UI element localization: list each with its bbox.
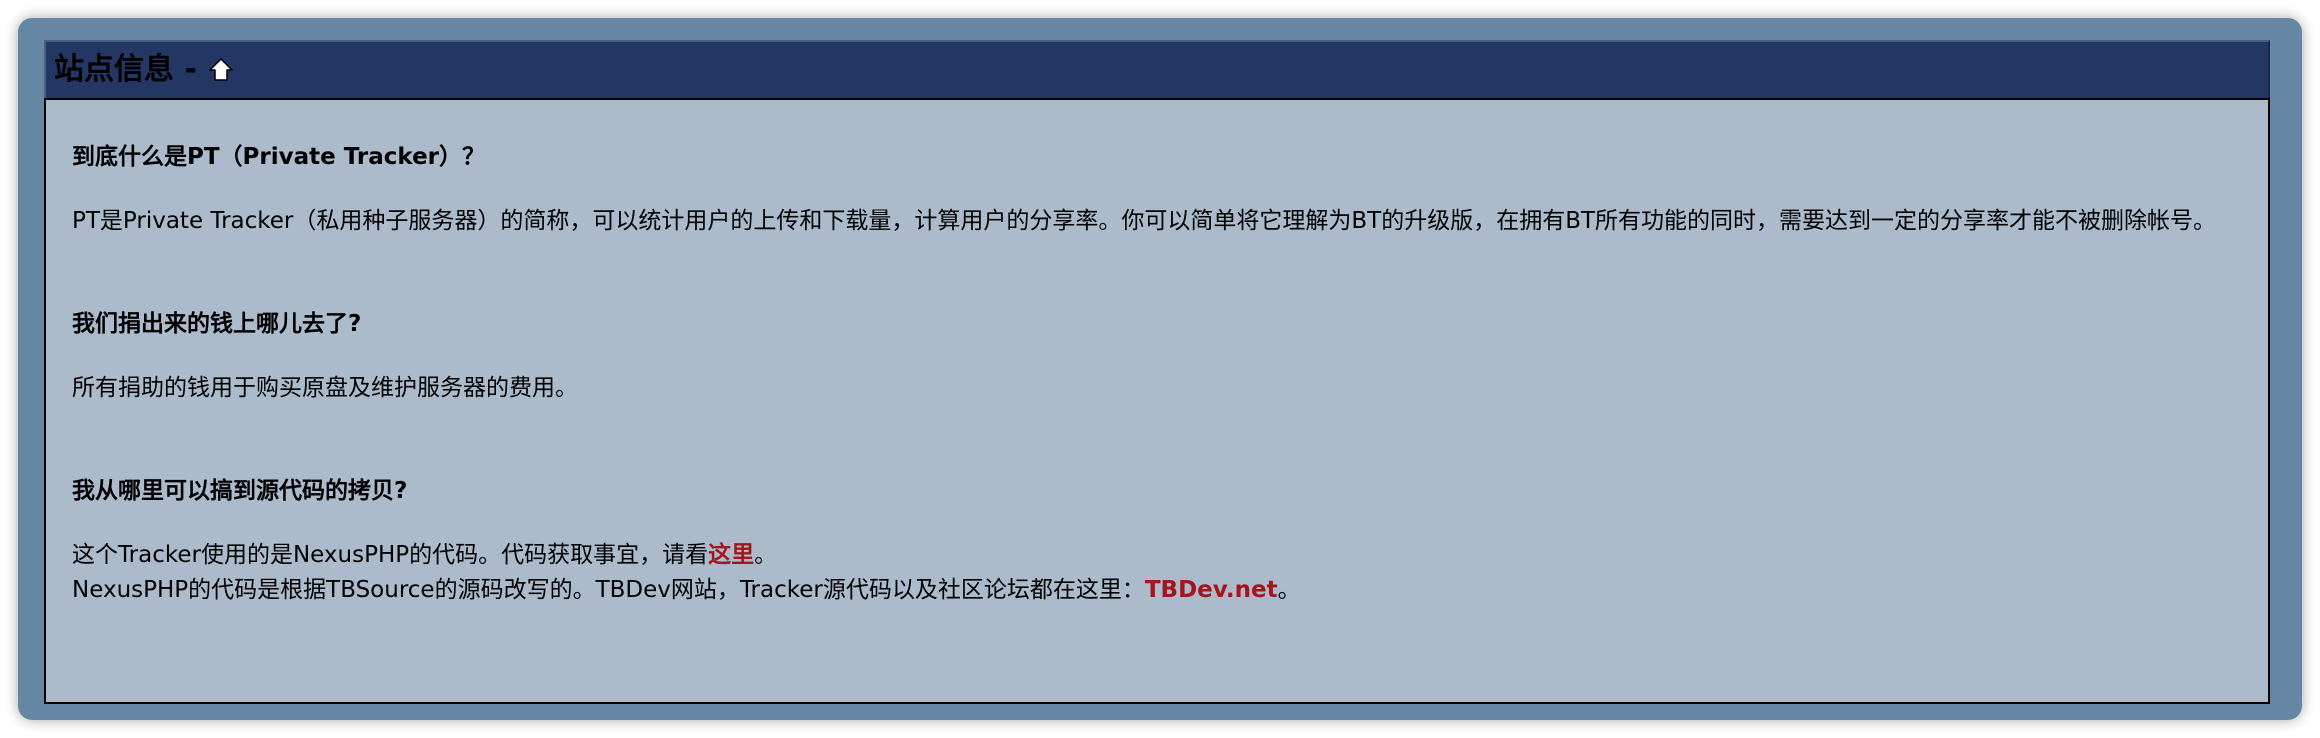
answer-text: NexusPHP的代码是根据TBSource的源码改写的。TBDev网站，Tra… bbox=[72, 577, 1145, 603]
faq-answer-source-code: 这个Tracker使用的是NexusPHP的代码。代码获取事宜，请看这里。 Ne… bbox=[72, 538, 2242, 608]
page-title: 站点信息 - bbox=[54, 52, 197, 87]
tbdev-link[interactable]: TBDev.net bbox=[1145, 577, 1278, 603]
home-icon[interactable] bbox=[207, 56, 235, 84]
answer-text: 。 bbox=[754, 542, 778, 568]
panel-header: 站点信息 - bbox=[44, 40, 2270, 98]
page-frame: 站点信息 - 到底什么是PT（Private Tracker）？ PT是Priv… bbox=[18, 18, 2302, 720]
faq-question-what-is-pt: 到底什么是PT（Private Tracker）？ bbox=[72, 144, 486, 170]
panel-body: 到底什么是PT（Private Tracker）？ PT是Private Tra… bbox=[44, 98, 2270, 704]
site-info-panel: 站点信息 - 到底什么是PT（Private Tracker）？ PT是Priv… bbox=[44, 40, 2270, 704]
faq-answer-what-is-pt: PT是Private Tracker（私用种子服务器）的简称，可以统计用户的上传… bbox=[72, 208, 2217, 234]
answer-text: 。 bbox=[1277, 577, 1301, 603]
answer-text: 这个Tracker使用的是NexusPHP的代码。代码获取事宜，请看 bbox=[72, 542, 709, 568]
faq-question-donations: 我们捐出来的钱上哪儿去了? bbox=[72, 311, 362, 337]
faq-question-source-code: 我从哪里可以搞到源代码的拷贝? bbox=[72, 478, 408, 504]
faq-answer-donations: 所有捐助的钱用于购买原盘及维护服务器的费用。 bbox=[72, 375, 578, 401]
here-link[interactable]: 这里 bbox=[708, 542, 754, 568]
